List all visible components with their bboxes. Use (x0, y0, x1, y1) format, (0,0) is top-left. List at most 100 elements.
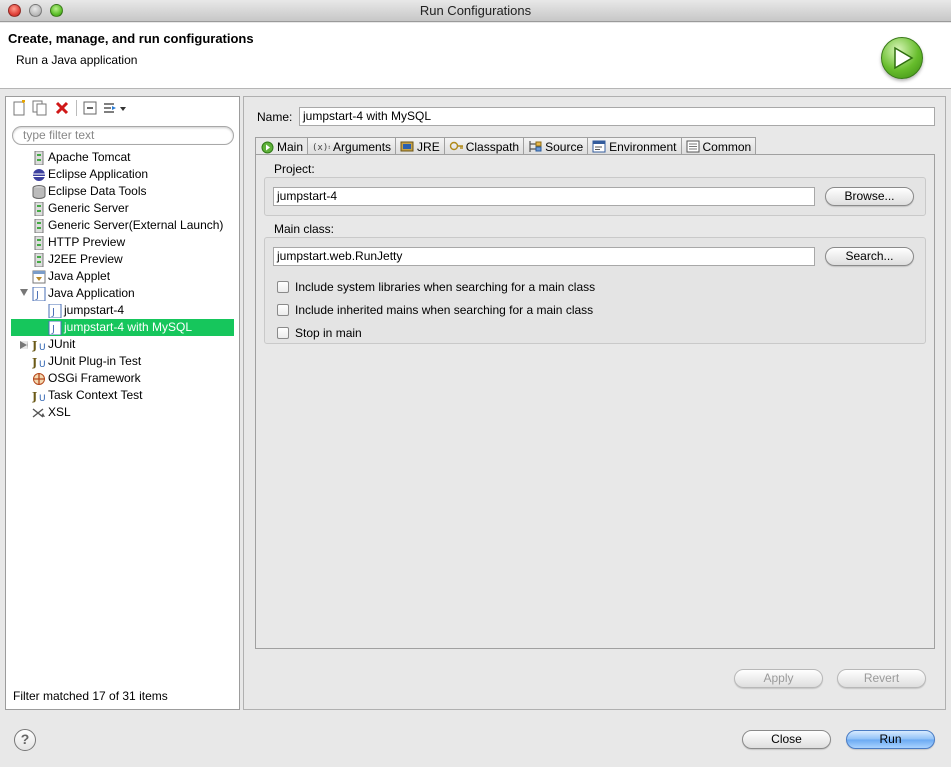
svg-text:J: J (51, 307, 55, 318)
revert-button[interactable]: Revert (837, 669, 926, 688)
config-name-field[interactable]: jumpstart-4 with MySQL (299, 107, 935, 126)
applet-icon (32, 270, 46, 284)
apply-button[interactable]: Apply (734, 669, 823, 688)
tree-item-junit[interactable]: JU JUnit (6, 336, 239, 353)
tree-item-jumpstart-4-mysql[interactable]: J jumpstart-4 with MySQL (11, 319, 234, 336)
environment-icon (592, 140, 606, 154)
main-tab-content: Project: jumpstart-4 Browse... Main clas… (255, 154, 935, 649)
expand-arrow-icon[interactable] (20, 289, 28, 296)
jre-icon (400, 140, 414, 154)
tree-item-java-application[interactable]: J Java Application (6, 285, 239, 302)
project-group: jumpstart-4 Browse... (264, 177, 926, 216)
tab-label: Source (545, 139, 584, 154)
tree-item-osgi-framework[interactable]: OSGi Framework (6, 370, 239, 387)
tab-classpath[interactable]: Classpath (443, 137, 525, 155)
svg-text:J: J (32, 356, 37, 369)
tab-label: JRE (417, 139, 440, 154)
include-inherited-mains-option[interactable]: Include inherited mains when searching f… (277, 302, 593, 318)
tree-item-generic-server-external[interactable]: Generic Server(External Launch) (6, 217, 239, 234)
junit-icon: JU (31, 338, 48, 353)
svg-text:U: U (39, 360, 46, 369)
delete-icon[interactable] (54, 100, 70, 116)
stop-in-main-checkbox[interactable] (277, 327, 289, 339)
close-button[interactable]: Close (742, 730, 831, 749)
classpath-icon (449, 140, 463, 154)
name-label: Name: (257, 110, 293, 124)
collapse-all-icon[interactable] (82, 100, 98, 116)
server-icon (32, 235, 46, 251)
checkbox-label: Include inherited mains when searching f… (295, 303, 594, 317)
search-button[interactable]: Search... (825, 247, 914, 266)
svg-text:J: J (32, 339, 37, 352)
tree-item-label: XSL (48, 405, 71, 419)
tree-item-jumpstart-4[interactable]: J jumpstart-4 (6, 302, 239, 319)
include-inherited-mains-checkbox[interactable] (277, 304, 289, 316)
filter-status-text: Filter matched 17 of 31 items (13, 689, 168, 703)
include-system-libraries-option[interactable]: Include system libraries when searching … (277, 279, 595, 295)
filter-icon[interactable] (102, 100, 128, 116)
tab-label: Main (277, 140, 304, 154)
common-icon (686, 140, 700, 154)
header-title: Create, manage, and run configurations (8, 31, 254, 46)
tree-item-label: Apache Tomcat (48, 150, 131, 164)
tree-item-label: J2EE Preview (48, 252, 123, 266)
stop-in-main-option[interactable]: Stop in main (277, 325, 362, 341)
tab-label: Environment (609, 139, 677, 154)
tab-jre[interactable]: JRE (395, 137, 445, 155)
tree-item-label: Generic Server (48, 201, 129, 215)
tab-label: Common (702, 139, 752, 154)
tree-item-eclipse-application[interactable]: Eclipse Application (6, 166, 239, 183)
browse-button[interactable]: Browse... (825, 187, 914, 206)
checkbox-label: Stop in main (295, 326, 362, 340)
include-system-libraries-checkbox[interactable] (277, 281, 289, 293)
tree-item-apache-tomcat[interactable]: Apache Tomcat (6, 149, 239, 166)
tree-item-http-preview[interactable]: HTTP Preview (6, 234, 239, 251)
xsl-icon (32, 406, 46, 420)
tree-item-junit-plugin-test[interactable]: JU JUnit Plug-in Test (6, 353, 239, 370)
tree-item-label: JUnit (48, 337, 76, 351)
server-icon (32, 252, 46, 268)
main-class-group: jumpstart.web.RunJetty Search... Include… (264, 237, 926, 344)
tree-item-j2ee-preview[interactable]: J2EE Preview (6, 251, 239, 268)
run-button[interactable]: Run (846, 730, 935, 749)
tab-arguments[interactable]: (x)= Arguments (307, 137, 397, 155)
tree-item-label: JUnit Plug-in Test (48, 354, 142, 368)
filter-input[interactable]: type filter text (12, 126, 234, 145)
config-editor-panel: Name: jumpstart-4 with MySQL Main (x)= A… (243, 96, 946, 710)
tree-item-java-applet[interactable]: Java Applet (6, 268, 239, 285)
tree-item-xsl[interactable]: XSL (6, 404, 239, 421)
config-tree: Apache Tomcat Eclipse Application Eclips… (6, 149, 239, 421)
server-icon (32, 218, 46, 234)
source-icon (528, 140, 542, 154)
tree-item-label: Task Context Test (48, 388, 143, 402)
tab-source[interactable]: Source (523, 137, 589, 155)
tab-environment[interactable]: Environment (587, 137, 682, 155)
window-title: Run Configurations (419, 3, 532, 18)
header-subtitle: Run a Java application (16, 53, 138, 67)
config-tabs: Main (x)= Arguments JRE Classpath Source… (255, 137, 757, 156)
tree-item-label: Java Applet (48, 269, 111, 283)
project-field[interactable]: jumpstart-4 (273, 187, 815, 206)
tree-item-label: jumpstart-4 with MySQL (64, 320, 193, 334)
collapse-arrow-icon[interactable] (20, 341, 28, 349)
dialog-header: Create, manage, and run configurations R… (0, 23, 951, 89)
duplicate-icon[interactable] (32, 100, 48, 116)
arguments-icon: (x)= (312, 140, 330, 154)
help-icon[interactable]: ? (14, 729, 36, 751)
tree-item-label: Eclipse Data Tools (48, 184, 147, 198)
tree-item-eclipse-data-tools[interactable]: Eclipse Data Tools (6, 183, 239, 200)
main-class-field[interactable]: jumpstart.web.RunJetty (273, 247, 815, 266)
tab-label: Arguments (333, 139, 392, 154)
new-config-icon[interactable] (12, 100, 28, 116)
junit-task-icon: JU (31, 389, 48, 404)
svg-text:J: J (51, 324, 55, 335)
tab-common[interactable]: Common (680, 137, 757, 155)
main-tab-icon (260, 140, 274, 154)
database-icon (32, 185, 46, 199)
tree-item-label: HTTP Preview (48, 235, 126, 249)
osgi-icon (32, 372, 46, 386)
tree-item-generic-server[interactable]: Generic Server (6, 200, 239, 217)
tree-item-task-context-test[interactable]: JU Task Context Test (6, 387, 239, 404)
config-tree-panel: type filter text Apache Tomcat Eclipse A… (5, 96, 240, 710)
checkbox-label: Include system libraries when searching … (295, 280, 596, 294)
